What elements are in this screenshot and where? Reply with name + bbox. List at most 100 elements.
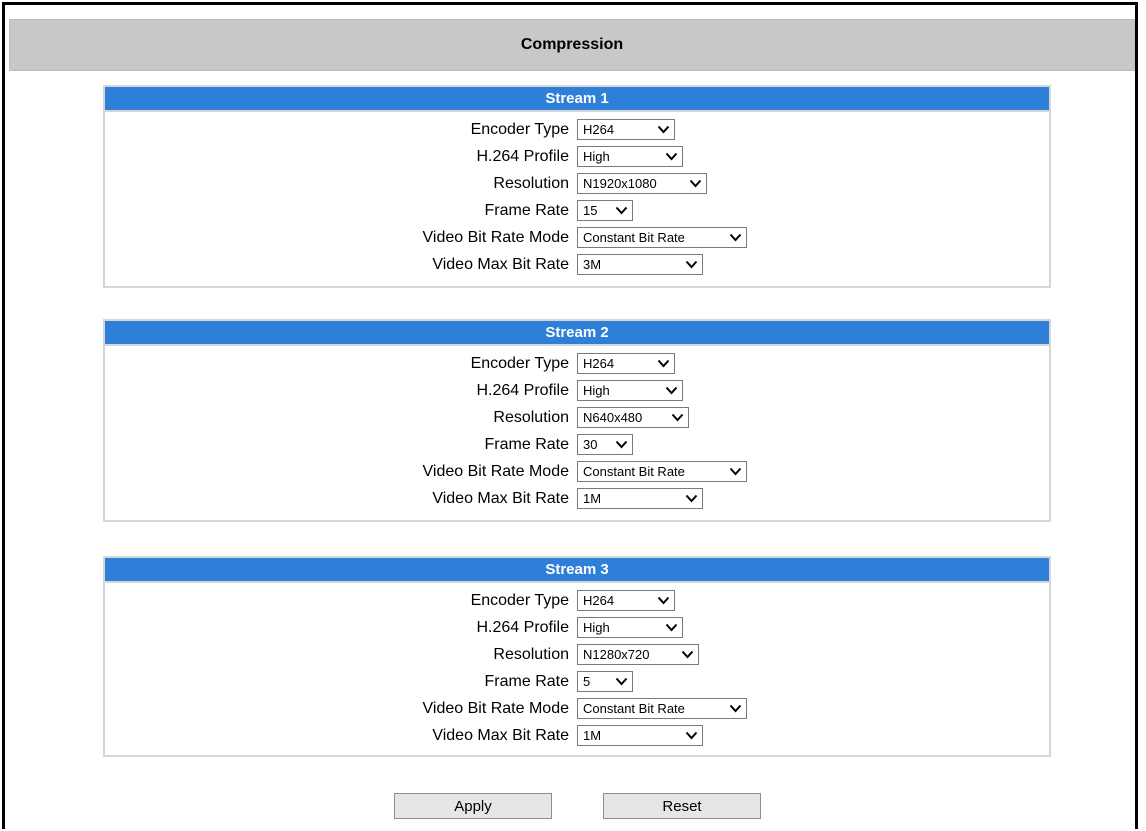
resolution-row: Resolution N1280x720 (105, 641, 1049, 668)
select-value: N1280x720 (583, 647, 650, 662)
encoder-type-label: Encoder Type (470, 591, 569, 609)
reset-button-label: Reset (662, 797, 702, 815)
max-bit-rate-label: Video Max Bit Rate (432, 489, 569, 507)
encoder-type-select[interactable]: H264 (577, 590, 675, 611)
chevron-down-icon (665, 623, 678, 632)
max-bit-rate-label: Video Max Bit Rate (432, 255, 569, 273)
h264-profile-row: H.264 Profile High (105, 377, 1049, 404)
h264-profile-label: H.264 Profile (476, 147, 570, 165)
bit-rate-mode-label: Video Bit Rate Mode (422, 462, 569, 480)
select-value: 1M (583, 491, 602, 506)
stream-title-text: Stream 3 (545, 561, 609, 578)
stream-title: Stream 2 (105, 321, 1049, 346)
h264-profile-select[interactable]: High (577, 617, 683, 638)
resolution-row: Resolution N640x480 (105, 404, 1049, 431)
chevron-down-icon (729, 704, 742, 713)
max-bit-rate-row: Video Max Bit Rate 3M (105, 251, 1049, 278)
select-value: N1920x1080 (583, 176, 657, 191)
max-bit-rate-row: Video Max Bit Rate 1M (105, 722, 1049, 749)
resolution-select[interactable]: N640x480 (577, 407, 689, 428)
chevron-down-icon (685, 494, 698, 503)
stream-1-panel: Stream 1 Encoder Type H264 H.264 Profile… (103, 85, 1051, 288)
h264-profile-row: H.264 Profile High (105, 143, 1049, 170)
stream-title: Stream 1 (105, 87, 1049, 112)
stream-title-text: Stream 1 (545, 90, 609, 107)
encoder-type-label: Encoder Type (470, 120, 569, 138)
encoder-type-row: Encoder Type H264 (105, 587, 1049, 614)
encoder-type-row: Encoder Type H264 (105, 116, 1049, 143)
bit-rate-mode-select[interactable]: Constant Bit Rate (577, 698, 747, 719)
select-value: High (583, 383, 610, 398)
select-value: Constant Bit Rate (583, 230, 685, 245)
bit-rate-mode-row: Video Bit Rate Mode Constant Bit Rate (105, 458, 1049, 485)
select-value: Constant Bit Rate (583, 464, 685, 479)
max-bit-rate-label: Video Max Bit Rate (432, 726, 569, 744)
max-bit-rate-select[interactable]: 3M (577, 254, 703, 275)
stream-title: Stream 3 (105, 558, 1049, 583)
page-title: Compression (520, 36, 624, 53)
h264-profile-label: H.264 Profile (476, 618, 570, 636)
select-value: 30 (583, 437, 598, 452)
resolution-label: Resolution (493, 408, 569, 426)
resolution-select[interactable]: N1920x1080 (577, 173, 707, 194)
select-value: H264 (583, 122, 615, 137)
encoder-type-row: Encoder Type H264 (105, 350, 1049, 377)
encoder-type-select[interactable]: H264 (577, 119, 675, 140)
frame-rate-select[interactable]: 30 (577, 434, 633, 455)
resolution-select[interactable]: N1280x720 (577, 644, 699, 665)
frame-rate-select[interactable]: 5 (577, 671, 633, 692)
select-value: 5 (583, 674, 591, 689)
chevron-down-icon (729, 233, 742, 242)
frame-rate-select[interactable]: 15 (577, 200, 633, 221)
apply-button[interactable]: Apply (394, 793, 552, 819)
chevron-down-icon (681, 650, 694, 659)
bit-rate-mode-row: Video Bit Rate Mode Constant Bit Rate (105, 695, 1049, 722)
select-value: 1M (583, 728, 602, 743)
bit-rate-mode-select[interactable]: Constant Bit Rate (577, 461, 747, 482)
chevron-down-icon (665, 152, 678, 161)
stream-3-panel: Stream 3 Encoder Type H264 H.264 Profile… (103, 556, 1051, 757)
select-value: H264 (583, 356, 615, 371)
chevron-down-icon (689, 179, 702, 188)
max-bit-rate-select[interactable]: 1M (577, 725, 703, 746)
encoder-type-select[interactable]: H264 (577, 353, 675, 374)
h264-profile-select[interactable]: High (577, 146, 683, 167)
frame-rate-row: Frame Rate 30 (105, 431, 1049, 458)
frame-rate-row: Frame Rate 5 (105, 668, 1049, 695)
apply-button-label: Apply (454, 797, 492, 815)
frame-rate-label: Frame Rate (484, 672, 569, 690)
stream-2-panel: Stream 2 Encoder Type H264 H.264 Profile… (103, 319, 1051, 522)
select-value: N640x480 (583, 410, 643, 425)
chevron-down-icon (729, 467, 742, 476)
chevron-down-icon (615, 440, 628, 449)
chevron-down-icon (685, 260, 698, 269)
chevron-down-icon (671, 413, 684, 422)
chevron-down-icon (615, 677, 628, 686)
resolution-label: Resolution (493, 174, 569, 192)
select-value: H264 (583, 593, 615, 608)
select-value: High (583, 149, 610, 164)
chevron-down-icon (665, 386, 678, 395)
frame-rate-row: Frame Rate 15 (105, 197, 1049, 224)
max-bit-rate-select[interactable]: 1M (577, 488, 703, 509)
page-header: Compression (9, 19, 1135, 71)
bit-rate-mode-row: Video Bit Rate Mode Constant Bit Rate (105, 224, 1049, 251)
h264-profile-select[interactable]: High (577, 380, 683, 401)
chevron-down-icon (657, 125, 670, 134)
max-bit-rate-row: Video Max Bit Rate 1M (105, 485, 1049, 512)
bit-rate-mode-select[interactable]: Constant Bit Rate (577, 227, 747, 248)
chevron-down-icon (657, 596, 670, 605)
bit-rate-mode-label: Video Bit Rate Mode (422, 228, 569, 246)
chevron-down-icon (657, 359, 670, 368)
reset-button[interactable]: Reset (603, 793, 761, 819)
frame-rate-label: Frame Rate (484, 435, 569, 453)
chevron-down-icon (615, 206, 628, 215)
select-value: 15 (583, 203, 598, 218)
resolution-row: Resolution N1920x1080 (105, 170, 1049, 197)
h264-profile-label: H.264 Profile (476, 381, 570, 399)
select-value: Constant Bit Rate (583, 701, 685, 716)
select-value: 3M (583, 257, 602, 272)
encoder-type-label: Encoder Type (470, 354, 569, 372)
bit-rate-mode-label: Video Bit Rate Mode (422, 699, 569, 717)
frame-rate-label: Frame Rate (484, 201, 569, 219)
